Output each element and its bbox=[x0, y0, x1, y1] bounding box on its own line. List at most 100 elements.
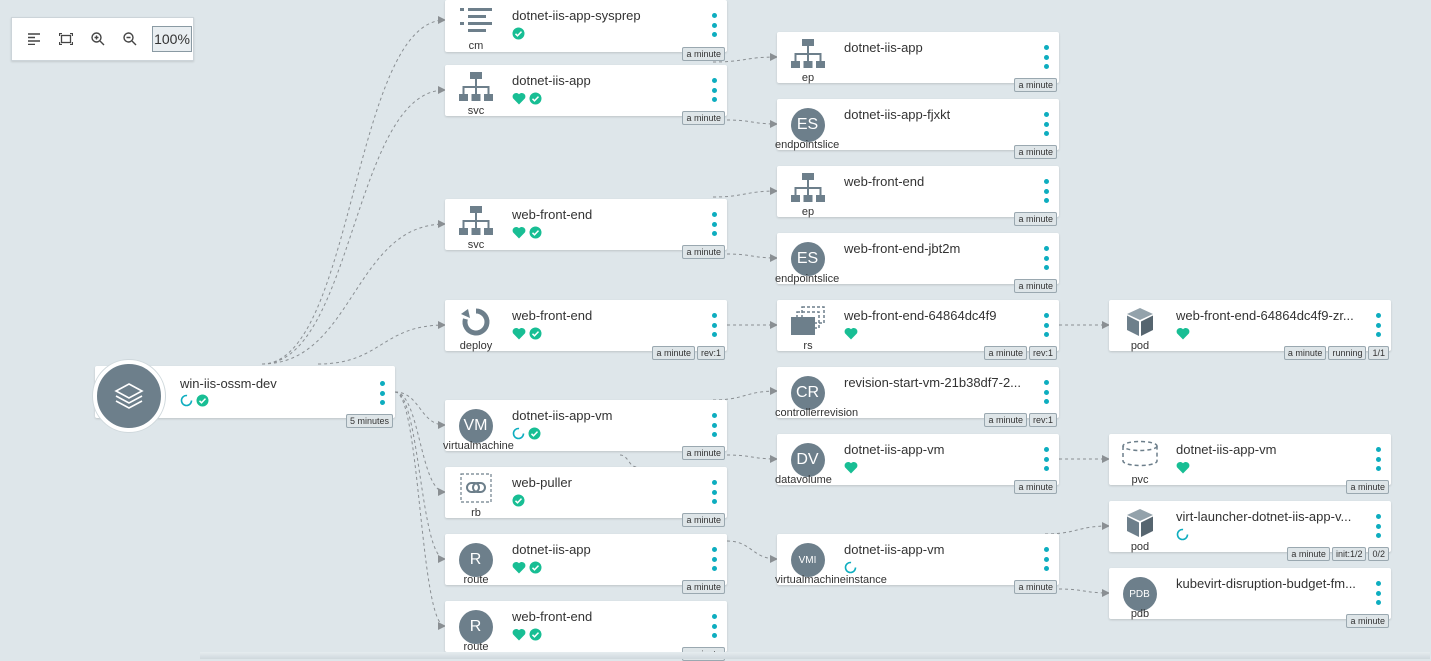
resource-node-deploy[interactable]: deploy web-front-end a minute rev:1 bbox=[445, 300, 727, 360]
heart-icon bbox=[512, 628, 526, 641]
resource-node-pdb[interactable]: PDB pdb kubevirt-disruption-budget-fm... a … bbox=[1109, 568, 1391, 628]
heart-icon bbox=[1176, 327, 1190, 340]
resource-kind: deploy bbox=[459, 340, 493, 352]
info-badge: a minute bbox=[984, 346, 1027, 360]
synced-icon bbox=[529, 561, 542, 574]
resource-menu-button[interactable] bbox=[1043, 380, 1049, 404]
resource-name: web-front-end bbox=[512, 609, 593, 624]
resource-node-rb[interactable]: rb web-puller a minute bbox=[445, 467, 727, 527]
info-badge: a minute bbox=[984, 413, 1027, 427]
network-icon bbox=[453, 71, 498, 107]
application-name: win-iis-ossm-dev bbox=[180, 376, 277, 391]
vm-icon: VM bbox=[453, 406, 498, 443]
resource-kind: pod bbox=[1130, 541, 1150, 553]
resource-menu-button[interactable] bbox=[1375, 447, 1381, 471]
resource-menu-button[interactable] bbox=[711, 413, 717, 437]
synced-icon bbox=[529, 92, 542, 105]
resource-node-endpointslice[interactable]: ES endpointslice dotnet-iis-app-fjxkt a min… bbox=[775, 99, 1059, 159]
resource-name: web-front-end-64864dc4f9 bbox=[844, 308, 997, 323]
resource-node-controllerrevision[interactable]: CR controllerrevision revision-start-vm-21… bbox=[775, 367, 1059, 427]
resource-node-virtualmachineinstance[interactable]: VMI virtualmachineinstance dotnet-iis-app-… bbox=[775, 534, 1059, 594]
info-badge: a minute bbox=[682, 513, 725, 527]
info-badge: a minute bbox=[652, 346, 695, 360]
resource-menu-button[interactable] bbox=[711, 480, 717, 504]
r-icon: R bbox=[453, 540, 498, 577]
resource-menu-button[interactable] bbox=[1043, 112, 1049, 136]
resource-node-cm[interactable]: cm dotnet-iis-app-sysprep a minute bbox=[445, 0, 727, 61]
resource-menu-button[interactable] bbox=[711, 13, 717, 37]
application-node[interactable]: win-iis-ossm-dev 5 minutes bbox=[93, 360, 395, 432]
resource-menu-button[interactable] bbox=[1043, 179, 1049, 203]
resource-name: web-front-end bbox=[512, 308, 593, 323]
resource-menu-button[interactable] bbox=[711, 78, 717, 102]
resource-node-datavolume[interactable]: DV datavolume dotnet-iis-app-vm a minute bbox=[775, 434, 1059, 494]
synced-icon bbox=[529, 327, 542, 340]
resource-kind: pvc bbox=[1131, 474, 1149, 486]
resource-node-pod[interactable]: pod web-front-end-64864dc4f9-zr... a minut… bbox=[1109, 300, 1391, 360]
resource-name: web-front-end-jbt2m bbox=[844, 241, 961, 256]
resource-node-pod[interactable]: pod virt-launcher-dotnet-iis-app-v... a mi… bbox=[1109, 501, 1391, 561]
resource-status bbox=[844, 561, 857, 574]
resource-menu-button[interactable] bbox=[711, 547, 717, 571]
info-badge: rev:1 bbox=[1028, 413, 1057, 427]
cube-icon bbox=[1117, 507, 1162, 543]
resource-kind: datavolume bbox=[775, 474, 832, 486]
edge-connector bbox=[394, 391, 446, 630]
resource-menu-button[interactable] bbox=[1375, 313, 1381, 337]
resource-node-rs[interactable]: rs web-front-end-64864dc4f9 a minute rev:1 bbox=[777, 300, 1059, 360]
resource-menu-button[interactable] bbox=[1043, 547, 1049, 571]
cr-icon: CR bbox=[785, 373, 830, 410]
resource-status bbox=[1176, 461, 1190, 474]
resource-menu-button[interactable] bbox=[1375, 581, 1381, 605]
info-badge: init:1/2 bbox=[1331, 547, 1367, 561]
resource-node-route[interactable]: Rroute dotnet-iis-app a minute bbox=[445, 534, 727, 594]
info-badge: a minute bbox=[1346, 480, 1389, 494]
info-badge: a minute bbox=[1014, 78, 1057, 92]
disk-icon bbox=[1117, 440, 1162, 476]
resource-menu-button[interactable] bbox=[711, 313, 717, 337]
list-icon bbox=[453, 6, 498, 42]
resource-kind: svc bbox=[467, 239, 485, 251]
replicaset-icon bbox=[785, 306, 830, 342]
edge-connector bbox=[712, 387, 778, 401]
horizontal-scrollbar[interactable] bbox=[200, 652, 1430, 659]
edge-connector bbox=[726, 119, 778, 128]
resource-menu-button[interactable] bbox=[711, 614, 717, 638]
resource-node-ep[interactable]: ep dotnet-iis-app a minute bbox=[777, 32, 1059, 92]
edge-connector bbox=[712, 187, 778, 198]
resource-status bbox=[1176, 528, 1189, 541]
resource-node-svc[interactable]: svc dotnet-iis-app a minute bbox=[445, 65, 727, 125]
progressing-icon bbox=[1176, 528, 1189, 541]
resource-menu-button[interactable] bbox=[711, 212, 717, 236]
resource-name: virt-launcher-dotnet-iis-app-v... bbox=[1176, 509, 1352, 524]
align-left-icon[interactable] bbox=[20, 25, 48, 53]
info-badge: a minute bbox=[682, 446, 725, 460]
resource-status bbox=[844, 327, 858, 340]
resource-menu-button[interactable] bbox=[1043, 45, 1049, 69]
fit-screen-icon[interactable] bbox=[52, 25, 80, 53]
resource-menu-button[interactable] bbox=[1043, 313, 1049, 337]
resource-menu-button[interactable] bbox=[1043, 246, 1049, 270]
resource-menu-button[interactable] bbox=[1375, 514, 1381, 538]
resource-status bbox=[512, 27, 525, 40]
network-icon bbox=[785, 172, 830, 208]
progressing-icon bbox=[180, 394, 193, 407]
resource-status bbox=[512, 92, 542, 105]
application-menu-button[interactable] bbox=[379, 381, 385, 405]
resource-node-virtualmachine[interactable]: VM virtualmachine dotnet-iis-app-vm a minut… bbox=[443, 400, 727, 460]
resource-status bbox=[512, 327, 542, 340]
resource-node-route[interactable]: Rrouteweb-front-enda minute bbox=[445, 601, 727, 661]
resource-node-endpointslice[interactable]: ES endpointslice web-front-end-jbt2m a minu… bbox=[775, 233, 1059, 293]
info-badge: a minute bbox=[1014, 212, 1057, 226]
zoom-in-icon[interactable] bbox=[84, 25, 112, 53]
zoom-out-icon[interactable] bbox=[116, 25, 144, 53]
heart-icon bbox=[512, 92, 526, 105]
resource-node-pvc[interactable]: pvc dotnet-iis-app-vm a minute bbox=[1109, 434, 1391, 494]
resource-name: dotnet-iis-app-sysprep bbox=[512, 8, 641, 23]
info-badge: a minute bbox=[1014, 480, 1057, 494]
resource-node-svc[interactable]: svc web-front-end a minute bbox=[445, 199, 727, 259]
resource-menu-button[interactable] bbox=[1043, 447, 1049, 471]
resource-kind: endpointslice bbox=[775, 139, 840, 151]
resource-node-ep[interactable]: ep web-front-end a minute bbox=[777, 166, 1059, 226]
edge-connector bbox=[261, 86, 446, 365]
